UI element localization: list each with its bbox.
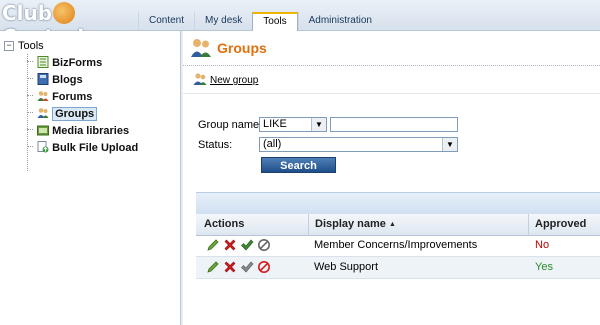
status-select[interactable]: (all) ▼	[259, 137, 458, 152]
divider	[183, 93, 600, 94]
grid-header: Actions Display name ▲ Approved	[196, 214, 600, 236]
top-header: ClubCentral Content My desk Tools Admini…	[0, 0, 600, 49]
reject-icon[interactable]	[257, 260, 271, 274]
table-row: Member Concerns/Improvements No	[196, 235, 600, 257]
media-libraries-icon	[37, 125, 50, 136]
tools-tree: − Tools BizForms Blogs Forums Groups Med…	[0, 31, 181, 325]
column-header-approved[interactable]: Approved	[528, 214, 600, 235]
tab-content[interactable]: Content	[138, 12, 194, 30]
tree-connector	[27, 61, 33, 62]
tree-item-blogs[interactable]: Blogs	[27, 72, 83, 88]
tree-item-bizforms[interactable]: BizForms	[27, 55, 102, 71]
approved-cell: No	[535, 239, 550, 251]
tab-my-desk[interactable]: My desk	[194, 12, 252, 30]
tree-connector	[27, 112, 33, 113]
page-header: Groups	[183, 31, 600, 66]
tree-connector	[27, 129, 33, 130]
row-actions	[206, 238, 271, 253]
tree-item-label: Media libraries	[52, 125, 130, 137]
grid-toolbar	[196, 192, 600, 216]
new-group-link[interactable]: New group	[193, 72, 258, 88]
tree-root-tools[interactable]: − Tools	[4, 39, 44, 53]
reject-disabled-icon[interactable]	[257, 238, 271, 252]
divider	[183, 65, 600, 66]
edit-pencil-icon[interactable]	[206, 260, 220, 274]
group-name-input[interactable]	[330, 117, 458, 132]
chevron-down-icon[interactable]: ▼	[442, 138, 457, 151]
groups-icon	[37, 108, 49, 118]
sort-ascending-icon: ▲	[388, 221, 396, 228]
groups-icon	[191, 39, 211, 57]
edit-pencil-icon[interactable]	[206, 238, 220, 252]
tree-item-label: Forums	[52, 91, 93, 103]
group-name-label: Group name:	[198, 119, 263, 131]
blogs-icon	[37, 73, 49, 85]
tree-connector	[27, 78, 33, 79]
status-value: (all)	[263, 138, 282, 150]
delete-x-icon[interactable]	[223, 238, 237, 252]
tree-root-label: Tools	[18, 40, 44, 52]
operator-value: LIKE	[263, 118, 287, 130]
group-name-operator-select[interactable]: LIKE ▼	[259, 117, 327, 132]
display-name-cell: Member Concerns/Improvements	[314, 239, 478, 251]
tree-item-label: BizForms	[52, 57, 103, 69]
bulk-upload-icon	[37, 141, 49, 153]
new-group-icon	[193, 73, 207, 85]
table-row: Web Support Yes	[196, 257, 600, 279]
main-panel: Groups New group Group name: LIKE ▼ Stat…	[183, 31, 600, 325]
tab-tools[interactable]: Tools	[252, 12, 298, 31]
chevron-down-icon[interactable]: ▼	[311, 118, 326, 131]
column-header-label: Display name	[315, 218, 386, 230]
tree-item-forums[interactable]: Forums	[27, 89, 92, 105]
display-name-cell: Web Support	[314, 261, 379, 273]
logo-circle-icon	[53, 2, 76, 24]
status-label: Status:	[198, 139, 233, 151]
collapse-icon[interactable]: −	[4, 41, 14, 51]
tree-item-label: Bulk File Upload	[52, 142, 139, 154]
logo-text-club: Club	[2, 1, 53, 25]
approve-check-icon[interactable]	[240, 238, 254, 252]
delete-x-icon[interactable]	[223, 260, 237, 274]
row-actions	[206, 260, 271, 275]
tree-connector	[27, 146, 33, 147]
tree-item-media-libraries[interactable]: Media libraries	[27, 123, 129, 139]
tab-administration[interactable]: Administration	[297, 12, 382, 30]
tree-item-bulk-file-upload[interactable]: Bulk File Upload	[27, 140, 138, 156]
main-tabs: Content My desk Tools Administration	[138, 12, 382, 31]
app-logo[interactable]: ClubCentral	[2, 1, 132, 49]
new-group-label: New group	[210, 75, 259, 86]
bizforms-icon	[37, 56, 49, 68]
column-header-actions: Actions	[204, 218, 245, 230]
tree-item-label: Blogs	[52, 74, 83, 86]
tree-item-groups[interactable]: Groups	[27, 106, 98, 122]
column-header-display-name[interactable]: Display name ▲	[308, 214, 535, 235]
approve-check-disabled-icon[interactable]	[240, 260, 254, 274]
page-title: Groups	[217, 40, 267, 56]
approved-cell: Yes	[535, 261, 553, 273]
search-button[interactable]: Search	[261, 157, 336, 173]
forums-icon	[37, 91, 49, 101]
tree-item-label: Groups	[52, 107, 98, 121]
tree-connector	[27, 95, 33, 96]
